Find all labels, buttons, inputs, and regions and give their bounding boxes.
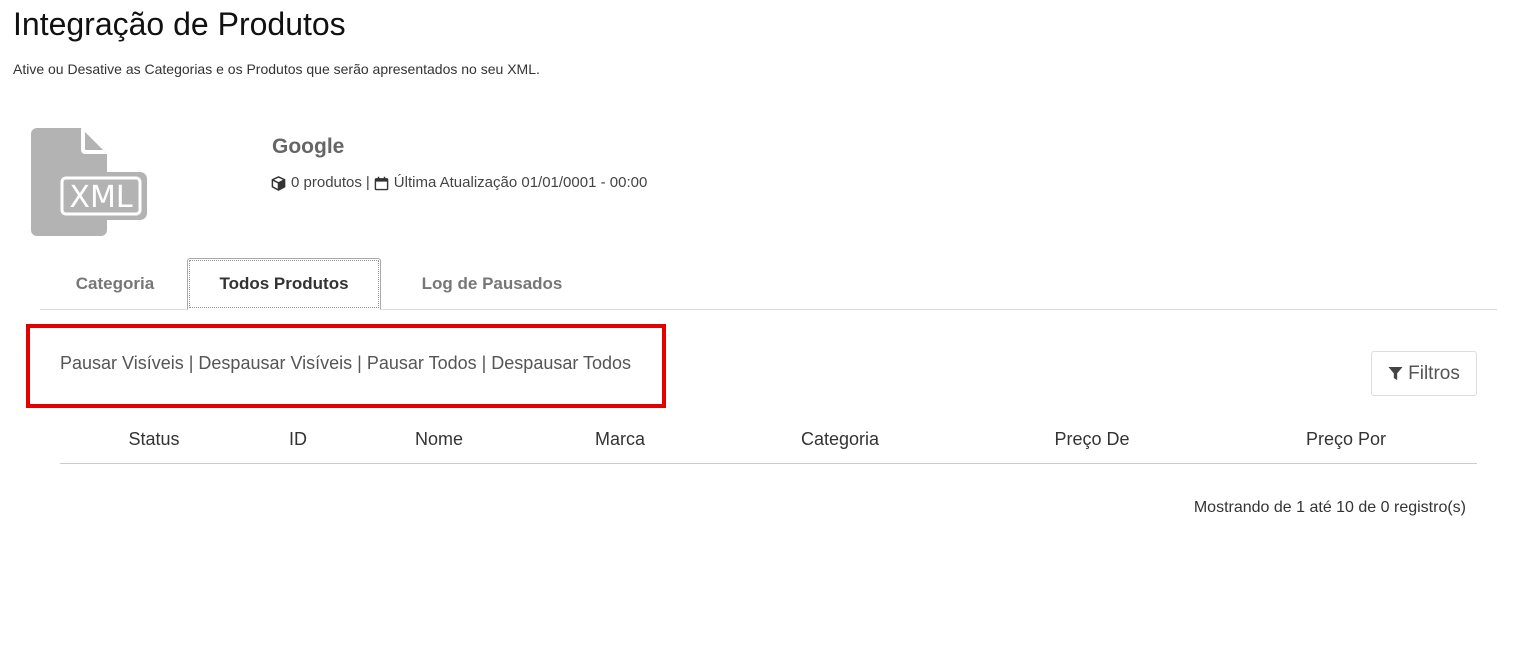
page-title: Integração de Produtos: [13, 6, 346, 42]
column-header-preco-de[interactable]: Preço De: [1054, 428, 1129, 450]
tab-todos-produtos[interactable]: Todos Produtos: [187, 258, 381, 310]
xml-file-icon: XML: [31, 128, 149, 238]
column-header-id[interactable]: ID: [289, 428, 307, 450]
unpause-all-link[interactable]: Despausar Todos: [491, 353, 631, 373]
tab-categoria[interactable]: Categoria: [55, 258, 175, 310]
column-header-status[interactable]: Status: [128, 428, 179, 450]
column-header-preco-por[interactable]: Preço Por: [1306, 428, 1386, 450]
action-separator: |: [481, 353, 487, 373]
column-header-categoria[interactable]: Categoria: [801, 428, 879, 450]
xml-icon-text: XML: [69, 180, 132, 215]
filters-button[interactable]: Filtros: [1371, 351, 1477, 396]
calendar-icon: [374, 176, 389, 191]
table-header: Status ID Nome Marca Categoria Preço De …: [60, 418, 1477, 464]
meta-separator: |: [365, 174, 370, 191]
table-info: Mostrando de 1 até 10 de 0 registro(s): [1193, 499, 1466, 516]
column-header-nome[interactable]: Nome: [415, 428, 463, 450]
column-header-marca[interactable]: Marca: [595, 428, 645, 450]
page-subtitle: Ative ou Desative as Categorias e os Pro…: [13, 61, 540, 77]
filter-icon: [1388, 366, 1403, 381]
filters-label: Filtros: [1408, 362, 1460, 384]
feed-name: Google: [272, 135, 345, 158]
page: Integração de Produtos Ative ou Desative…: [0, 0, 1535, 662]
feed-meta: 0 produtos | Última Atualização 01/01/00…: [271, 174, 647, 192]
tab-log-de-pausados[interactable]: Log de Pausados: [395, 258, 589, 310]
products-count: 0 produtos: [291, 174, 362, 191]
pause-visible-link[interactable]: Pausar Visíveis: [60, 353, 184, 373]
box-icon: [271, 175, 286, 191]
last-update: Última Atualização 01/01/0001 - 00:00: [393, 174, 648, 191]
pause-all-link[interactable]: Pausar Todos: [367, 353, 477, 373]
action-separator: |: [357, 353, 362, 373]
unpause-visible-link[interactable]: Despausar Visíveis: [198, 353, 352, 373]
action-separator: |: [188, 353, 194, 373]
bulk-actions: Pausar Visíveis | Despausar Visíveis | Pausa…: [60, 352, 631, 374]
